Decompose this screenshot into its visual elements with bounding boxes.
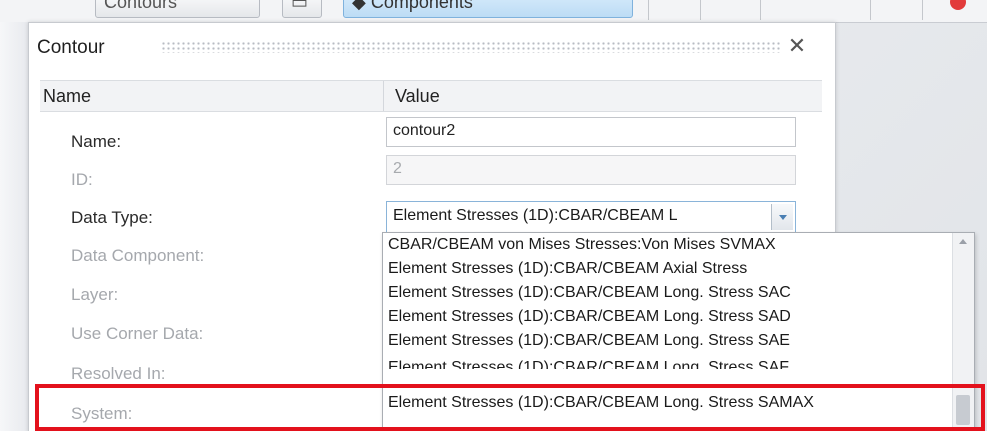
toolbar-separator	[760, 0, 761, 20]
data-type-selected-value: Element Stresses (1D):CBAR/CBEAM L	[393, 207, 678, 224]
drag-grip-handle[interactable]	[161, 41, 781, 53]
scroll-up-icon[interactable]	[959, 239, 967, 244]
dropdown-option[interactable]: Element Stresses (1D):CBAR/CBEAM Long. S…	[388, 355, 789, 369]
name-field[interactable]: contour2	[386, 117, 796, 147]
data-type-select[interactable]: Element Stresses (1D):CBAR/CBEAM L	[386, 201, 796, 233]
column-header-name[interactable]: Name	[43, 86, 91, 107]
use-corner-data-label: Use Corner Data:	[71, 324, 204, 343]
dropdown-options: CBAR/CBEAM von Mises Stresses:Von Mises …	[383, 233, 951, 429]
stop-icon[interactable]	[950, 0, 966, 10]
chevron-down-icon[interactable]	[771, 204, 793, 230]
column-header-value[interactable]: Value	[395, 86, 440, 107]
data-type-dropdown-list[interactable]: CBAR/CBEAM von Mises Stresses:Von Mises …	[382, 232, 975, 430]
dropdown-option[interactable]: Element Stresses (1D):CBAR/CBEAM Long. S…	[388, 307, 791, 331]
table-header: Name Value	[40, 80, 822, 112]
resolved-in-label: Resolved In:	[71, 364, 166, 383]
toolbar-components-button[interactable]: ◆ Components	[343, 0, 633, 18]
toolbar-separator	[648, 0, 649, 20]
dialog-title: Contour	[37, 37, 105, 58]
toolbar-separator	[870, 0, 871, 20]
id-label: ID:	[71, 170, 93, 189]
name-label: Name:	[71, 132, 122, 151]
scrollbar-thumb[interactable]	[956, 395, 970, 425]
dropdown-option[interactable]: CBAR/CBEAM von Mises Stresses:Von Mises …	[388, 235, 776, 259]
dropdown-option-highlighted[interactable]: Element Stresses (1D):CBAR/CBEAM Long. S…	[388, 393, 814, 417]
layer-label: Layer:	[71, 285, 119, 304]
close-icon[interactable]: ✕	[786, 35, 808, 57]
data-component-label: Data Component:	[71, 246, 205, 265]
dropdown-option[interactable]: Element Stresses (1D):CBAR/CBEAM Long. S…	[388, 331, 790, 355]
application-window: Contours ▭ ◆ Components Contour ✕ Name V…	[0, 0, 987, 431]
dropdown-option[interactable]: Element Stresses (1D):CBAR/CBEAM Axial S…	[388, 259, 747, 283]
left-panel-strip	[0, 22, 28, 431]
toolbar-icon-button[interactable]: ▭	[282, 0, 322, 18]
toolbar-contours-button[interactable]: Contours	[95, 0, 260, 18]
system-label: System:	[71, 404, 133, 423]
id-field: 2	[386, 155, 796, 185]
dropdown-scrollbar[interactable]	[952, 233, 974, 429]
top-toolbar: Contours ▭ ◆ Components	[0, 0, 987, 23]
toolbar-separator	[700, 0, 701, 20]
column-divider[interactable]	[383, 81, 384, 111]
components-icon: ◆	[352, 0, 371, 12]
toolbar-icon: ▭	[291, 0, 309, 12]
toolbar-separator	[922, 0, 923, 20]
dropdown-option[interactable]: Element Stresses (1D):CBAR/CBEAM Long. S…	[388, 283, 791, 307]
data-type-label: Data Type:	[71, 208, 153, 227]
